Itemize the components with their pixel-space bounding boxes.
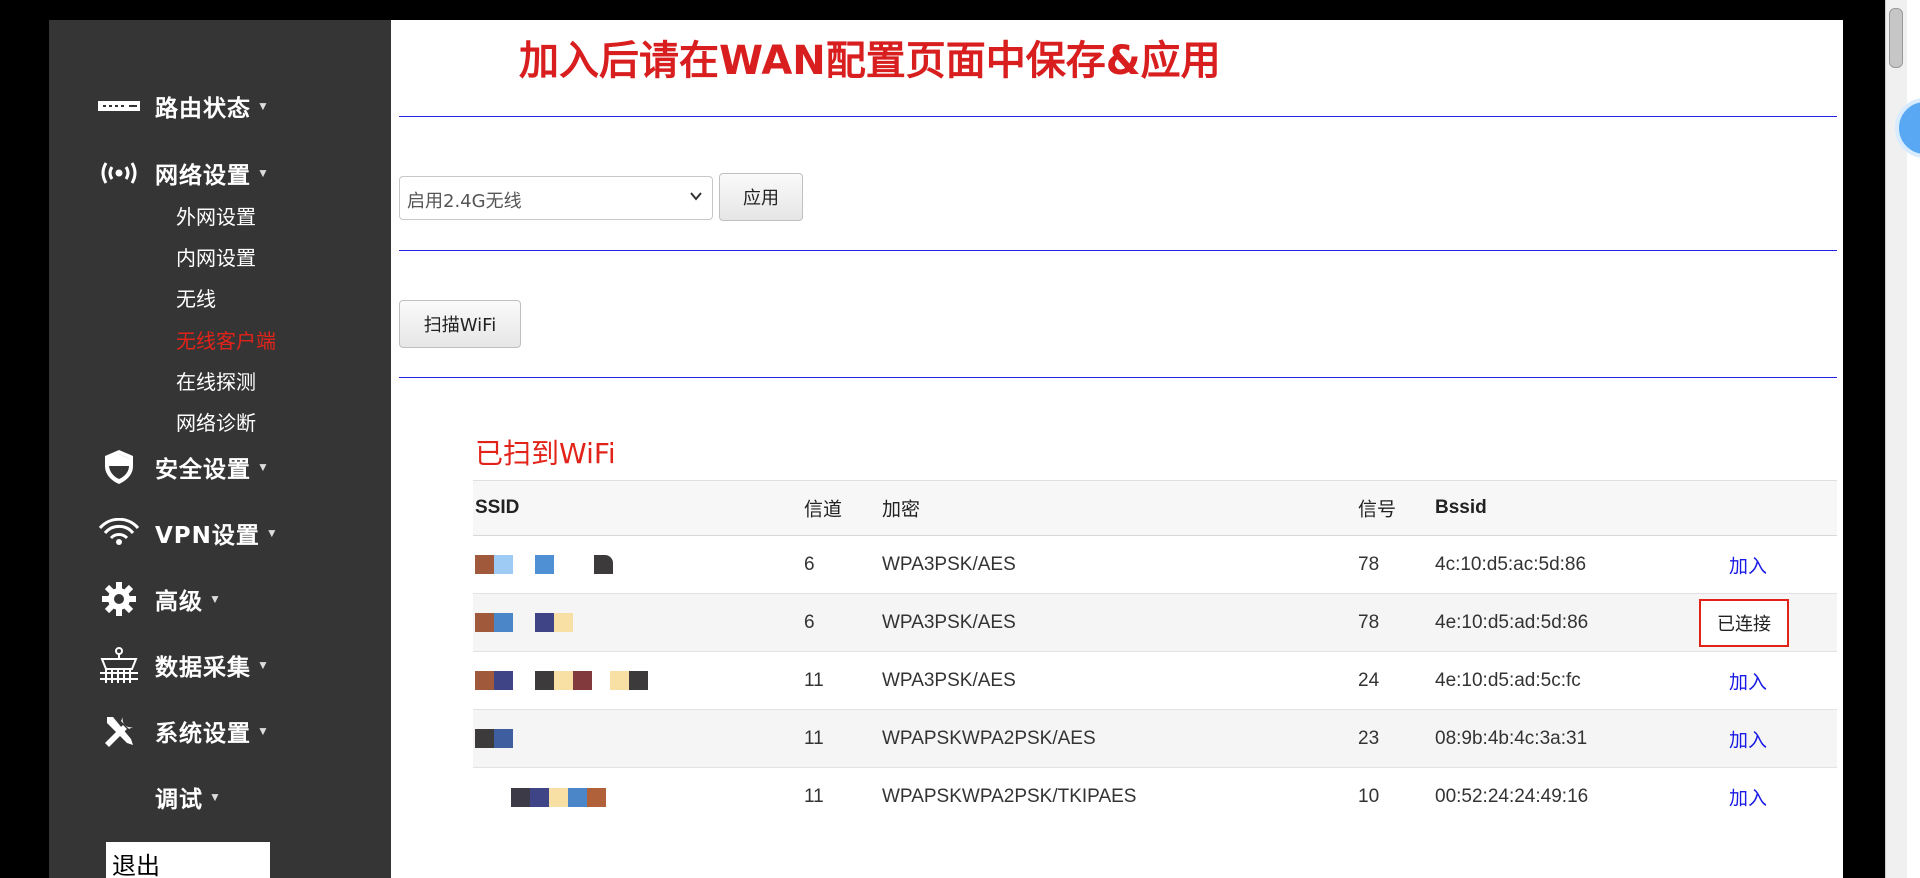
encryption: WPA3PSK/AES [882,669,1016,691]
caret-down-icon: ▼ [257,658,269,672]
join-link[interactable]: 加入 [1729,667,1767,694]
header-ssid: SSID [475,497,520,518]
ssid-redacted [475,671,648,691]
caret-down-icon: ▼ [257,166,269,180]
table-row: 11 WPA3PSK/AES 24 4e:10:d5:ad:5c:fc 加入 [473,652,1837,710]
channel: 6 [804,611,815,633]
divider [399,116,1837,117]
join-link[interactable]: 加入 [1729,784,1767,811]
scanned-wifi-title: 已扫到WiFi [475,437,616,470]
table-row: 11 WPAPSKWPA2PSK/TKIPAES 10 00:52:24:24:… [473,768,1837,826]
header-signal: 信号 [1358,498,1397,521]
ssid-redacted [475,613,573,633]
header-channel: 信道 [804,498,843,521]
page-headline: 加入后请在WAN配置页面中保存&应用 [519,38,1221,84]
menu-debug[interactable]: 调试 ▼ [97,777,221,817]
router-icon [97,86,141,126]
caret-down-icon: ▼ [209,790,221,804]
tools-icon [97,711,141,751]
bssid: 4e:10:d5:ad:5d:86 [1435,611,1589,633]
channel: 11 [804,786,824,807]
scan-wifi-button[interactable]: 扫描WiFi [399,300,521,348]
menu-security-settings[interactable]: 安全设置 ▼ [97,447,269,487]
menu-route-status[interactable]: 路由状态 ▼ [97,86,269,126]
menu-advanced[interactable]: 高级 ▼ [97,579,221,619]
broadcast-icon [97,153,141,193]
submenu-wireless-client[interactable]: 无线客户端 [176,325,276,354]
data-collection-icon [97,645,141,685]
channel: 11 [804,669,824,691]
signal: 10 [1358,786,1380,807]
caret-down-icon: ▼ [257,460,269,474]
menu-data-collection[interactable]: 数据采集 ▼ [97,645,269,685]
header-bssid: Bssid [1435,497,1487,518]
bssid: 00:52:24:24:49:16 [1435,786,1589,807]
menu-vpn-settings[interactable]: VPN设置 ▼ [97,513,278,553]
logout-button[interactable]: 退出 [106,842,270,878]
menu-label: 调试 [155,787,203,813]
bssid: 4e:10:d5:ad:5c:fc [1435,669,1581,691]
submenu-online-detect[interactable]: 在线探测 [176,366,256,395]
divider [399,250,1837,251]
menu-label: 数据采集 [155,655,251,681]
menu-label: 系统设置 [155,721,251,747]
submenu-lan[interactable]: 内网设置 [176,242,256,271]
signal: 24 [1358,669,1380,691]
table-row: 6 WPA3PSK/AES 78 4c:10:d5:ac:5d:86 加入 [473,536,1837,594]
shield-icon [97,447,141,487]
table-row: 6 WPA3PSK/AES 78 4e:10:d5:ad:5d:86 已连接 [473,594,1837,652]
divider [399,377,1837,378]
submenu-wan[interactable]: 外网设置 [176,201,256,230]
submenu-network-diagnosis[interactable]: 网络诊断 [176,407,256,436]
join-link[interactable]: 加入 [1729,551,1767,578]
table-header: SSID 信道 加密 信号 Bssid [473,480,1837,536]
channel: 11 [804,727,824,749]
signal: 23 [1358,727,1380,749]
submenu-wireless[interactable]: 无线 [176,283,216,312]
connected-status: 已连接 [1699,598,1789,647]
encryption: WPAPSKWPA2PSK/AES [882,727,1096,749]
bssid: 08:9b:4b:4c:3a:31 [1435,727,1588,749]
bssid: 4c:10:d5:ac:5d:86 [1435,553,1587,575]
gear-icon [97,579,141,619]
ssid-redacted [475,555,613,575]
menu-label: 高级 [155,589,203,615]
signal: 78 [1358,553,1380,575]
browser-frame: 路由状态 ▼ 网络设置 ▼ 外网设置 内网设置 无线 无线客户端 在线探测 网络… [0,0,1920,878]
ssid-redacted [511,787,606,807]
scrollbar-thumb[interactable] [1889,8,1903,68]
encryption: WPA3PSK/AES [882,553,1016,575]
header-encryption: 加密 [882,498,921,521]
join-link[interactable]: 加入 [1729,725,1767,752]
caret-down-icon: ▼ [265,526,278,540]
ssid-redacted [475,729,513,749]
menu-network-settings[interactable]: 网络设置 ▼ [97,153,269,193]
chevron-down-icon [688,186,704,206]
encryption: WPA3PSK/AES [882,611,1016,633]
menu-label: 网络设置 [155,163,251,189]
vpn-signal-icon [97,513,141,553]
caret-down-icon: ▼ [209,592,221,606]
menu-label: 路由状态 [155,96,251,122]
channel: 6 [804,553,815,575]
signal: 78 [1358,611,1380,633]
main-content: 加入后请在WAN配置页面中保存&应用 启用2.4G无线 应用 扫描WiFi 已扫… [391,20,1843,878]
table-row: 11 WPAPSKWPA2PSK/AES 23 08:9b:4b:4c:3a:3… [473,710,1837,768]
wireless-band-select[interactable]: 启用2.4G无线 [399,176,713,220]
caret-down-icon: ▼ [257,99,269,113]
select-value: 启用2.4G无线 [407,191,522,212]
wifi-table: SSID 信道 加密 信号 Bssid 6 WPA3PSK/AES 78 4c:… [473,480,1837,826]
sidebar: 路由状态 ▼ 网络设置 ▼ 外网设置 内网设置 无线 无线客户端 在线探测 网络… [49,20,391,878]
apply-button[interactable]: 应用 [719,173,803,221]
menu-label: 安全设置 [155,457,251,483]
encryption: WPAPSKWPA2PSK/TKIPAES [882,786,1137,807]
menu-system-settings[interactable]: 系统设置 ▼ [97,711,269,751]
caret-down-icon: ▼ [257,724,269,738]
menu-label: VPN设置 [155,523,260,549]
